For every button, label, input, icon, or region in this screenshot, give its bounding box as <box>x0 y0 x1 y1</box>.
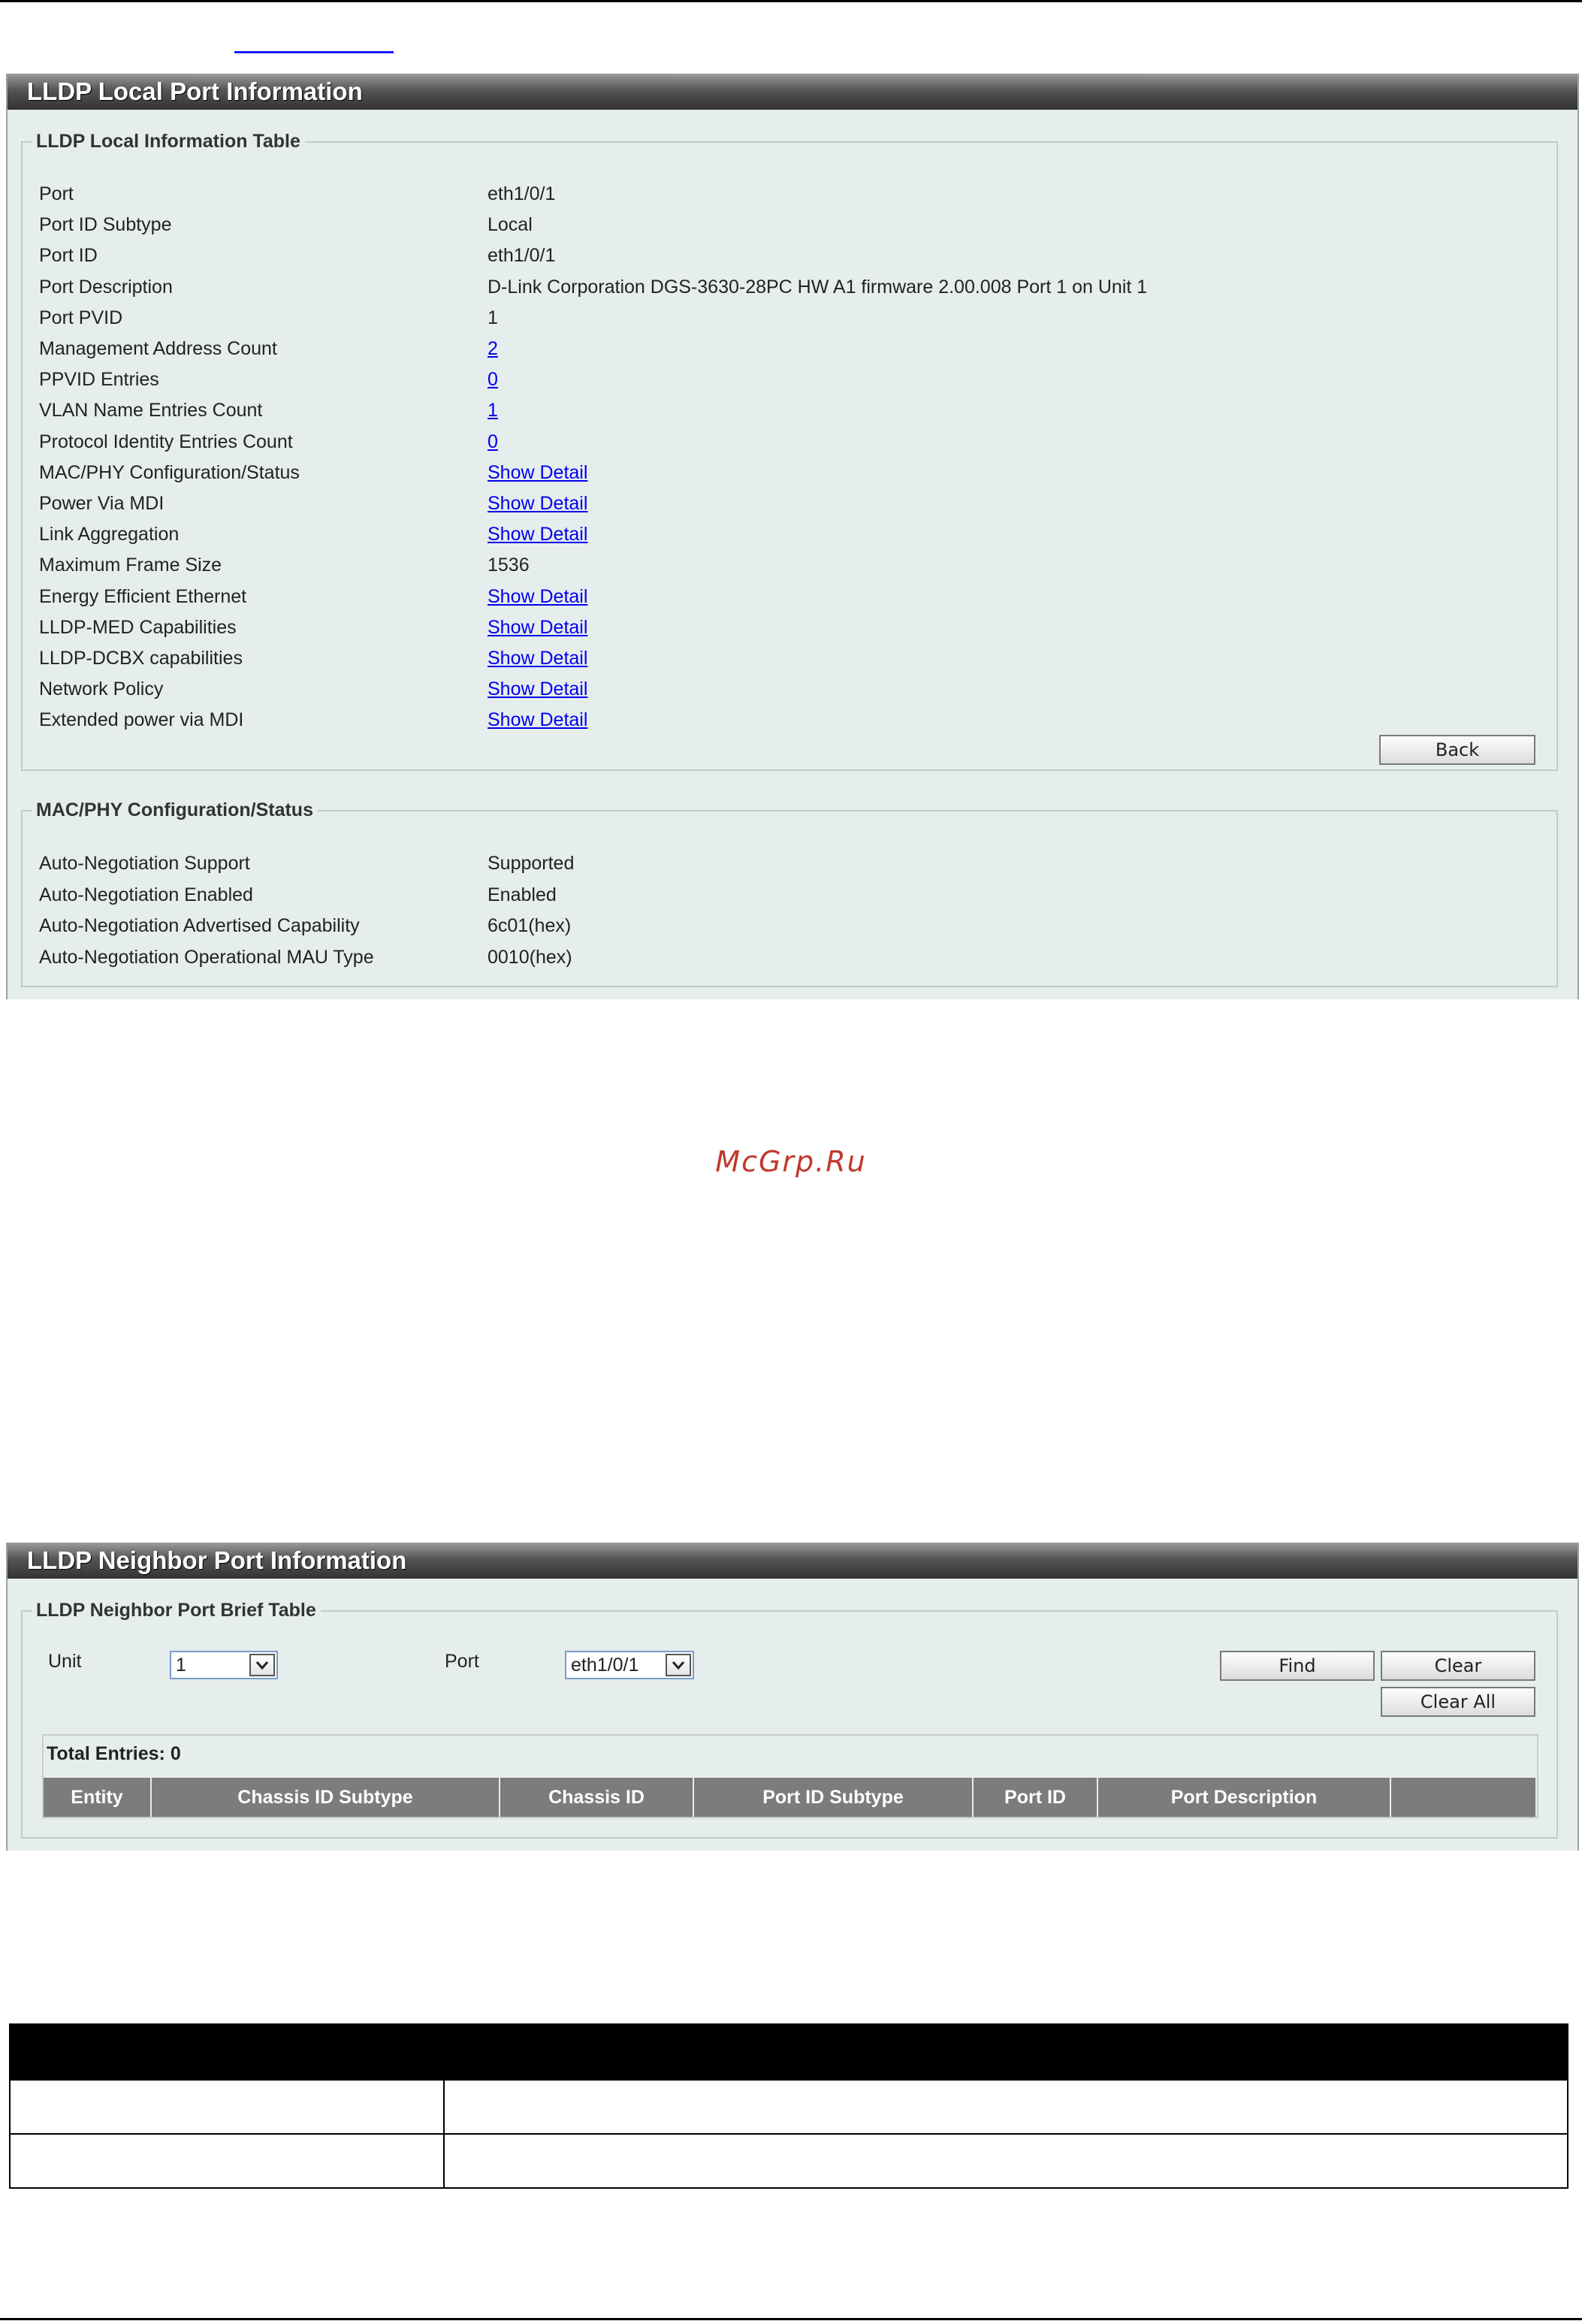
info-row-link[interactable]: 0 <box>488 431 498 453</box>
info-row-label: LLDP-MED Capabilities <box>39 616 237 638</box>
info-row-value: eth1/0/1 <box>488 245 556 267</box>
column-header: Chassis ID Subtype <box>152 1778 500 1817</box>
table-cell <box>443 2133 1568 2189</box>
find-button[interactable]: Find <box>1220 1651 1375 1681</box>
info-row-link[interactable]: Show Detail <box>488 678 587 700</box>
table-cell <box>9 2079 445 2135</box>
info-row-value: 1536 <box>488 555 530 576</box>
info-row-label: Port ID <box>39 245 98 267</box>
macphy-row-value: 6c01(hex) <box>488 915 572 936</box>
macphy-row-label: Auto-Negotiation Support <box>39 853 250 874</box>
info-row-label: LLDP-DCBX capabilities <box>39 648 243 669</box>
parameter-description-table <box>9 2023 1568 2189</box>
port-select-value: eth1/0/1 <box>571 1655 639 1676</box>
info-row-link[interactable]: Show Detail <box>488 492 587 515</box>
info-row-link[interactable]: 0 <box>488 368 498 391</box>
unit-label: Unit <box>48 1651 82 1672</box>
macphy-row-label: Auto-Negotiation Advertised Capability <box>39 915 360 936</box>
table-header-row <box>9 2023 1568 2081</box>
column-header: Port ID Subtype <box>694 1778 974 1817</box>
info-row-label: Port <box>39 183 74 204</box>
column-header: Chassis ID <box>500 1778 694 1817</box>
info-row-label: Management Address Count <box>39 338 277 359</box>
info-row-label: Extended power via MDI <box>39 709 244 731</box>
table-legend: LLDP Local Information Table <box>36 131 300 152</box>
table-cell <box>9 2133 445 2189</box>
table-row <box>9 2079 1568 2135</box>
unit-select-value: 1 <box>176 1655 186 1676</box>
macphy-legend: MAC/PHY Configuration/Status <box>36 799 313 821</box>
info-row-label: PPVID Entries <box>39 369 159 391</box>
info-row-label: VLAN Name Entries Count <box>39 400 263 422</box>
info-row-link[interactable]: Show Detail <box>488 461 587 484</box>
column-header: Port ID <box>974 1778 1098 1817</box>
column-header <box>1391 1778 1537 1817</box>
header-cell <box>443 2023 1568 2081</box>
clear-button[interactable]: Clear <box>1381 1651 1535 1681</box>
table-cell <box>443 2079 1568 2135</box>
clear-all-button[interactable]: Clear All <box>1381 1687 1535 1717</box>
info-row-label: Port ID Subtype <box>39 214 172 236</box>
info-row-value: Local <box>488 214 533 236</box>
info-row-link[interactable]: Show Detail <box>488 585 587 608</box>
info-row-label: MAC/PHY Configuration/Status <box>39 461 300 483</box>
port-select[interactable]: eth1/0/1 <box>565 1651 694 1679</box>
info-row-label: Link Aggregation <box>39 524 180 545</box>
port-label: Port <box>445 1651 479 1672</box>
info-row-link[interactable]: Show Detail <box>488 647 587 669</box>
column-header: Entity <box>44 1778 152 1817</box>
info-row-value: D-Link Corporation DGS-3630-28PC HW A1 f… <box>488 276 1148 298</box>
neighbor-legend: LLDP Neighbor Port Brief Table <box>36 1600 316 1621</box>
back-button[interactable]: Back <box>1379 735 1535 765</box>
chevron-down-icon[interactable] <box>666 1654 691 1676</box>
info-row-label: Port Description <box>39 276 173 298</box>
info-row-link[interactable]: Show Detail <box>488 709 587 731</box>
info-row-link[interactable]: Show Detail <box>488 523 587 545</box>
top-rule <box>0 0 1582 2</box>
bottom-rule <box>0 2318 1582 2320</box>
table-header: Entity Chassis ID Subtype Chassis ID Port I… <box>44 1778 1537 1817</box>
unit-select[interactable]: 1 <box>170 1651 278 1679</box>
info-row-link[interactable]: Show Detail <box>488 616 587 639</box>
watermark-text: McGrp.Ru <box>715 1145 867 1178</box>
info-row-label: Maximum Frame Size <box>39 555 222 576</box>
total-entries: Total Entries: 0 <box>47 1743 181 1764</box>
panel-title: LLDP Neighbor Port Information <box>8 1543 1577 1579</box>
header-cell <box>9 2023 445 2081</box>
lldp-local-port-panel: LLDP Local Port Information LLDP Local I… <box>6 74 1579 999</box>
macphy-row-value: Enabled <box>488 884 557 905</box>
macphy-row-value: Supported <box>488 853 575 874</box>
info-row-value: 1 <box>488 307 498 328</box>
info-row-label: Protocol Identity Entries Count <box>39 431 293 452</box>
column-header: Port Description <box>1098 1778 1391 1817</box>
info-row-link[interactable]: 2 <box>488 337 498 360</box>
chevron-down-icon[interactable] <box>249 1654 275 1676</box>
info-row-value: eth1/0/1 <box>488 183 556 204</box>
info-row-link[interactable]: 1 <box>488 399 498 422</box>
panel-title: LLDP Local Port Information <box>8 74 1577 110</box>
header-link-underline[interactable] <box>234 51 394 53</box>
info-row-label: Network Policy <box>39 678 164 700</box>
info-row-label: Energy Efficient Ethernet <box>39 585 247 607</box>
table-row <box>9 2133 1568 2189</box>
info-row-label: Power Via MDI <box>39 493 165 514</box>
macphy-row-label: Auto-Negotiation Operational MAU Type <box>39 946 374 968</box>
macphy-row-label: Auto-Negotiation Enabled <box>39 884 253 905</box>
neighbor-entries-table: Total Entries: 0 Entity Chassis ID Subtyp… <box>42 1734 1538 1818</box>
macphy-row-value: 0010(hex) <box>488 946 572 968</box>
info-row-label: Port PVID <box>39 307 123 328</box>
